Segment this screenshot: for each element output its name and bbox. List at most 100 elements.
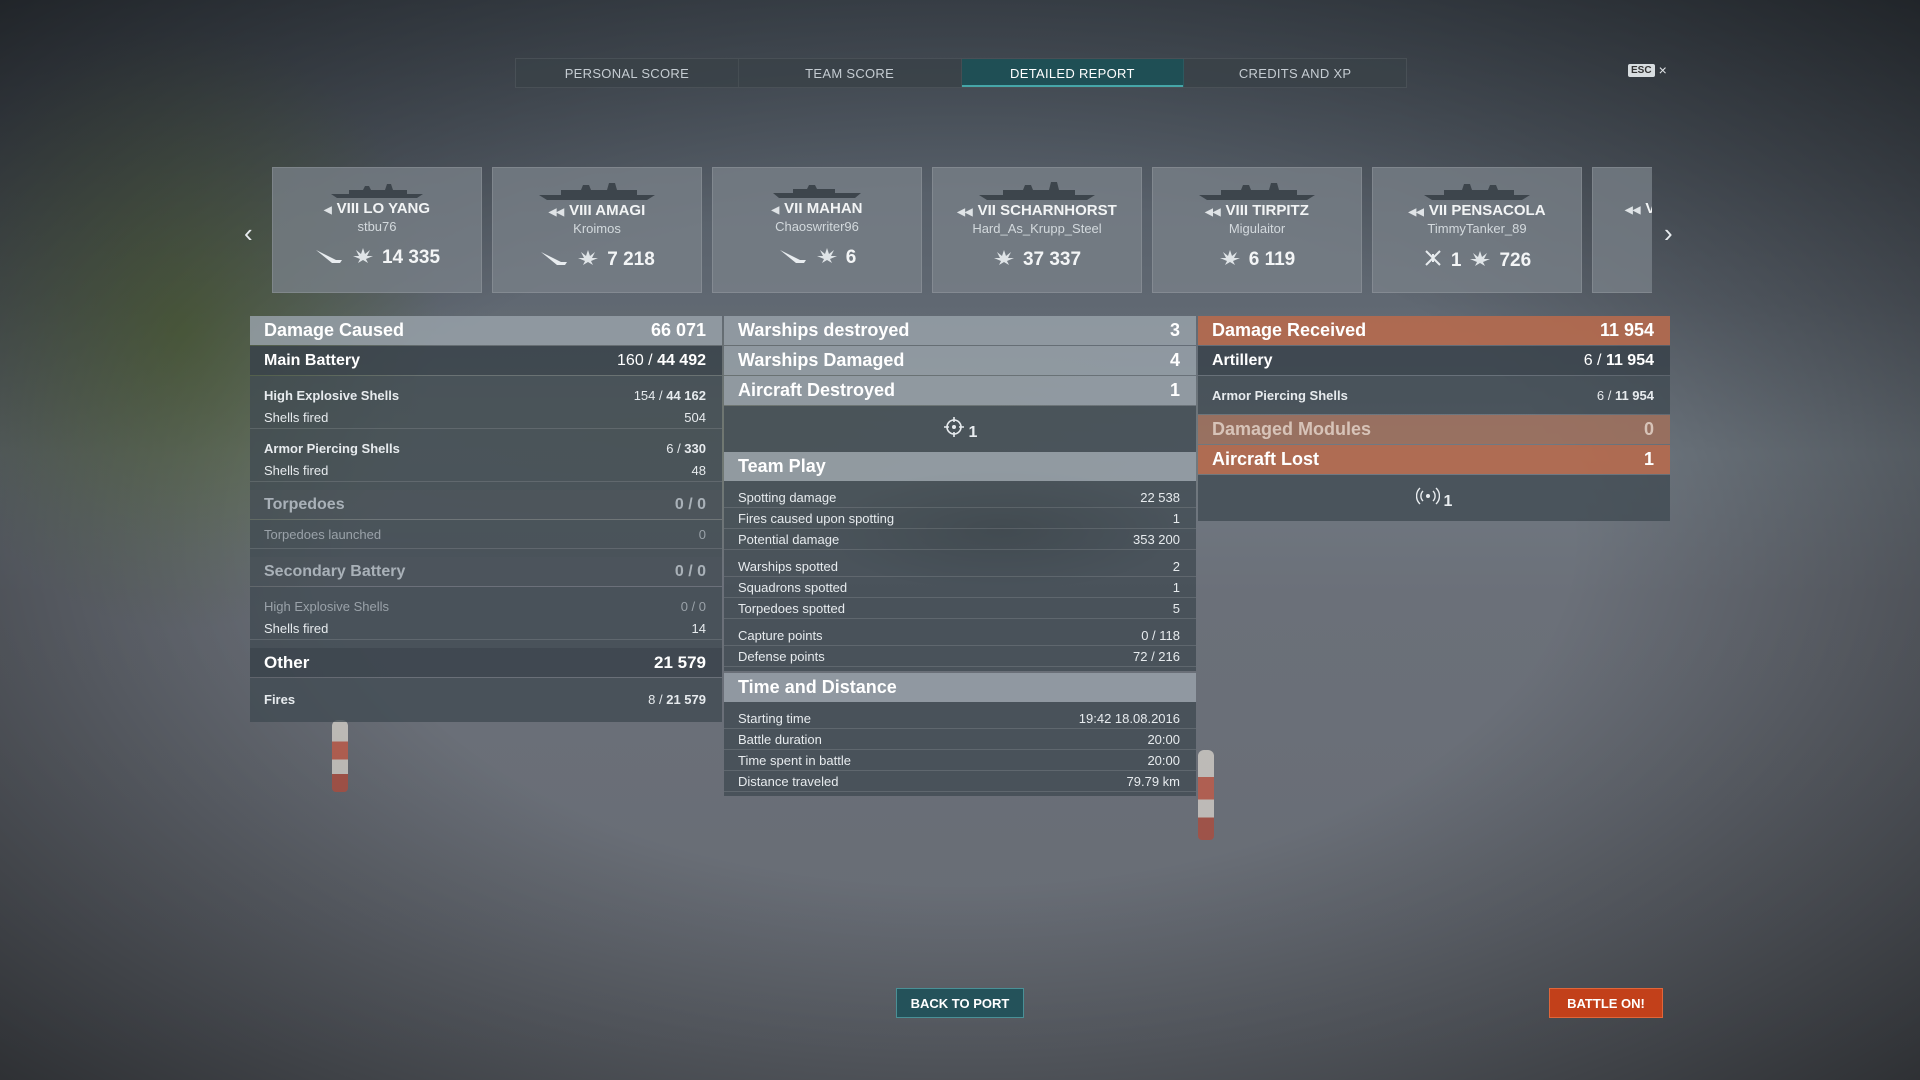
he-shells-damage: 44 162 — [666, 387, 706, 403]
aircraft-lost-label: Aircraft Lost — [1212, 449, 1320, 469]
damage-icon — [1469, 249, 1491, 272]
ship-tier: VI — [1645, 200, 1652, 217]
he-shells-hits: 154 — [633, 387, 656, 403]
aircraft-shot-icon — [1423, 248, 1443, 273]
torpedoes-label: Torpedoes — [264, 495, 345, 513]
close-icon: × — [1658, 62, 1667, 78]
stat-label: Battle duration — [738, 731, 822, 747]
ship-card[interactable]: ◀◀ VII SCHARNHORST Hard_As_Krupp_Steel 37… — [932, 167, 1142, 293]
damage-received-value: 11 954 — [1599, 320, 1654, 340]
stat-value: 353 200 — [1133, 531, 1180, 547]
damage-icon — [577, 248, 599, 271]
aircraft-destroyed-value: 1 — [1169, 380, 1180, 400]
prev-arrow-icon[interactable]: ‹ — [244, 218, 253, 249]
he-shells-label: High Explosive Shells — [264, 387, 400, 403]
ship-damage-value: 6 119 — [1248, 248, 1296, 270]
stat-row: Capture points 0 / 118 — [724, 625, 1196, 646]
secondary-fired-value: 14 — [691, 620, 706, 636]
damage-icon — [352, 246, 374, 269]
stat-value: 19:42 18.08.2016 — [1078, 710, 1180, 726]
stat-value: 20:00 — [1147, 731, 1180, 747]
fires-count: 8 — [648, 691, 656, 707]
esc-key-label: ESC — [1628, 63, 1655, 77]
artillery-hits: 6 — [1583, 351, 1593, 369]
radio-count: 1 — [1443, 493, 1453, 510]
stat-value: 79.79 km — [1126, 773, 1180, 789]
received-ap-label: Armor Piercing Shells — [1212, 387, 1348, 403]
ship-damage-value: 14 335 — [381, 246, 441, 268]
ship-tier: VIII — [569, 202, 592, 219]
next-arrow-icon[interactable]: › — [1664, 218, 1673, 249]
stat-label: Torpedoes spotted — [738, 600, 845, 616]
buoy-decoration — [1198, 750, 1214, 840]
secondary-fired-row: Shells fired 14 — [250, 617, 722, 640]
ship-name: LO YANG — [363, 200, 431, 217]
team-play-list: Spotting damage 22 538 Fires caused upon s… — [724, 481, 1196, 671]
main-battery-damage: 44 492 — [657, 351, 706, 369]
stat-label: Defense points — [738, 648, 825, 664]
ship-card[interactable]: ◀◀ VIII AMAGI Kroimos 7 218 — [492, 167, 702, 293]
secondary-battery-label: Secondary Battery — [264, 562, 406, 580]
secondary-he-label: High Explosive Shells — [264, 598, 390, 614]
stat-row: Starting time 19:42 18.08.2016 — [724, 708, 1196, 729]
fires-label: Fires — [264, 691, 296, 707]
ship-tier: VIII — [1225, 202, 1249, 219]
he-shells-fired-label: Shells fired — [264, 409, 329, 425]
ship-silhouette-icon — [539, 183, 655, 200]
ship-class-icon: ◀◀ — [548, 207, 565, 218]
aircraft-destroyed-row: Aircraft Destroyed 1 — [724, 376, 1196, 405]
warships-damaged-value: 4 — [1169, 350, 1180, 370]
tab-detailed-report[interactable]: DETAILED REPORT — [961, 59, 1185, 87]
other-row: Other 21 579 — [250, 648, 722, 677]
other-label: Other — [264, 652, 310, 672]
ship-silhouette-icon — [773, 185, 861, 198]
ship-tier: VII — [784, 200, 803, 217]
aircraft-lost-row: Aircraft Lost 1 — [1198, 445, 1670, 474]
damage-received-panel: Damage Received 11 954 Artillery 6 / 11 … — [1198, 316, 1670, 521]
ship-damage-value: 7 218 — [607, 248, 655, 270]
ship-card[interactable]: ◀ VIII LO YANG stbu76 14 335 — [272, 167, 482, 293]
ship-card[interactable]: ◀◀ VIII TIRPITZ Migulaitor 6 119 — [1152, 167, 1362, 293]
back-to-port-button[interactable]: BACK TO PORT — [896, 988, 1024, 1018]
tab-team-score[interactable]: TEAM SCORE — [739, 59, 962, 87]
ship-card[interactable]: ◀◀ VII PENSACOLA TimmyTanker_89 1 726 — [1372, 167, 1582, 293]
ap-shells-fired-row: Shells fired 48 — [250, 459, 722, 482]
torpedo-hit-icon — [778, 246, 808, 269]
stat-label: Distance traveled — [738, 773, 839, 789]
artillery-damage: 11 954 — [1605, 351, 1654, 369]
battle-on-button[interactable]: BATTLE ON! — [1549, 988, 1663, 1018]
aircraft-destroyed-label: Aircraft Destroyed — [738, 380, 896, 400]
main-battery-row: Main Battery 160 / 44 492 — [250, 346, 722, 375]
fires-damage: 21 579 — [666, 691, 706, 707]
close-button[interactable]: ESC × — [1628, 62, 1667, 78]
stat-row: Battle duration 20:00 — [724, 729, 1196, 750]
team-play-title: Team Play — [738, 456, 826, 476]
stat-row: Fires caused upon spotting 1 — [724, 508, 1196, 529]
time-distance-header: Time and Distance — [724, 673, 1196, 702]
secondary-he-row: High Explosive Shells 0 / 0 — [250, 595, 722, 617]
tab-credits-and-xp[interactable]: CREDITS AND XP — [1184, 59, 1406, 87]
player-name: Migulaitor — [1228, 221, 1286, 236]
stat-value: 22 538 — [1140, 489, 1180, 505]
stat-value: 72 / 216 — [1133, 648, 1180, 664]
ship-tier: VII — [977, 202, 996, 219]
ship-damage-value: 6 — [845, 246, 857, 268]
ap-shells-row: Armor Piercing Shells 6 / 330 — [250, 437, 722, 459]
damage-received-label: Damage Received — [1212, 320, 1367, 340]
ap-shells-damage: 330 — [684, 440, 706, 456]
torpedoes-launched-value: 0 — [698, 526, 706, 542]
stat-row: Defense points 72 / 216 — [724, 646, 1196, 667]
stat-row: Warships spotted 2 — [724, 556, 1196, 577]
ship-class-icon: ◀◀ — [1625, 205, 1641, 216]
tab-personal-score[interactable]: PERSONAL SCORE — [516, 59, 739, 87]
torpedoes-launched-row: Torpedoes launched 0 — [250, 520, 722, 549]
stat-value: 0 / 118 — [1141, 627, 1180, 643]
ship-card[interactable]: ◀◀ VI — [1592, 167, 1652, 293]
ship-card-carousel: ◀ VIII LO YANG stbu76 14 335 ◀◀ VIII AMAGI… — [272, 167, 1652, 293]
player-name: Hard_As_Krupp_Steel — [972, 221, 1102, 236]
ship-card[interactable]: ◀ VII MAHAN Chaoswriter96 6 — [712, 167, 922, 293]
ship-silhouette-icon — [979, 182, 1095, 200]
stat-row: Potential damage 353 200 — [724, 529, 1196, 550]
player-name: Chaoswriter96 — [775, 219, 859, 234]
aircraft-lost-value: 1 — [1643, 449, 1654, 469]
